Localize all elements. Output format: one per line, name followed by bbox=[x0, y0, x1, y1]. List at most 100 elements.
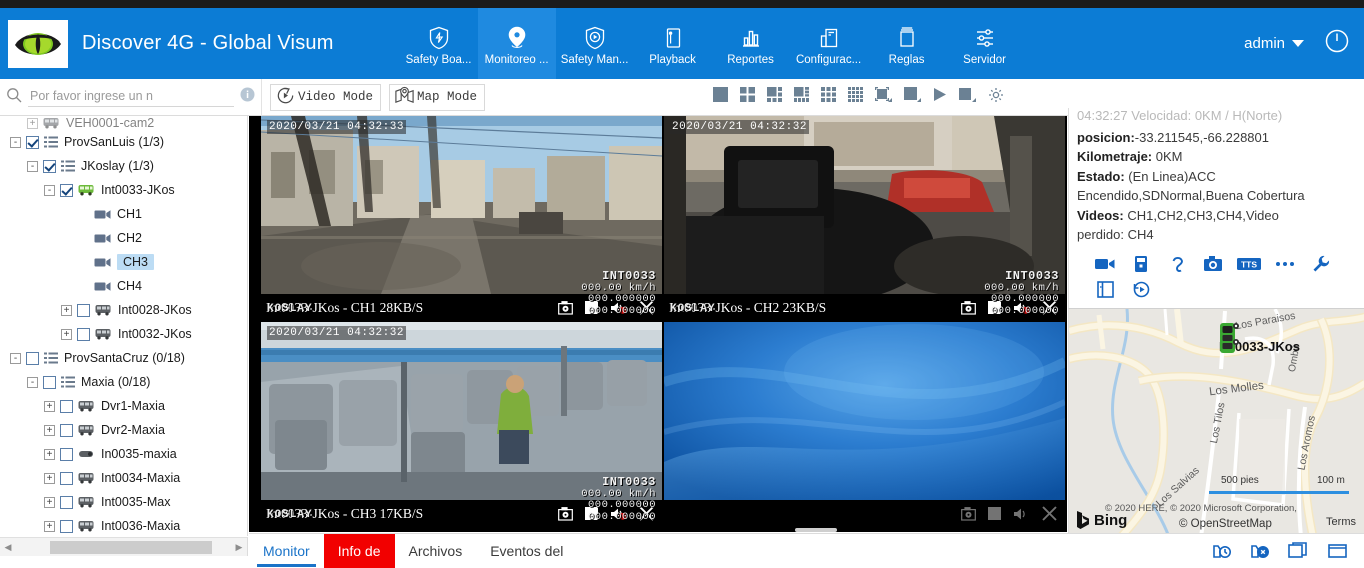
live-video-icon[interactable] bbox=[1087, 251, 1123, 277]
sidebar-horizontal-scrollbar[interactable]: ◀ ▶ bbox=[0, 537, 248, 556]
tree-checkbox[interactable] bbox=[26, 136, 39, 149]
download-failed-icon[interactable] bbox=[1250, 542, 1270, 560]
power-icon[interactable] bbox=[1324, 28, 1350, 59]
expand-toggle-icon[interactable]: + bbox=[44, 401, 55, 412]
nav-item-reportes[interactable]: Reportes bbox=[712, 8, 790, 79]
snapshot-icon[interactable] bbox=[961, 301, 976, 315]
expand-toggle-icon[interactable]: + bbox=[44, 497, 55, 508]
audio-mute-icon[interactable] bbox=[1013, 507, 1030, 521]
tree-node[interactable]: CH4 bbox=[0, 274, 247, 298]
tree-node[interactable]: +Int0035-Max bbox=[0, 490, 247, 514]
video-mode-button[interactable]: Video Mode bbox=[270, 84, 381, 111]
download-task-icon[interactable] bbox=[1212, 542, 1232, 560]
scroll-left-arrow[interactable]: ◀ bbox=[0, 542, 16, 553]
info-icon[interactable] bbox=[240, 87, 255, 107]
history-playback-icon[interactable] bbox=[1123, 277, 1159, 303]
tree-node[interactable]: -ProvSantaCruz (0/18) bbox=[0, 346, 247, 370]
hscroll-track[interactable] bbox=[16, 541, 231, 554]
hscroll-thumb[interactable] bbox=[50, 541, 212, 554]
scroll-right-arrow[interactable]: ▶ bbox=[231, 542, 247, 553]
expand-toggle-icon[interactable]: + bbox=[44, 449, 55, 460]
video-cell-3[interactable]: 2020/03/21 04:32:32 KOSLAY INT0033 000.0… bbox=[261, 322, 662, 527]
tree-node[interactable]: +VEH0001-cam2 bbox=[0, 116, 247, 130]
tree-checkbox[interactable] bbox=[26, 352, 39, 365]
tree-checkbox[interactable] bbox=[60, 184, 73, 197]
tree-node[interactable]: +Int0036-Maxia bbox=[0, 514, 247, 536]
layout-1plus7-icon[interactable] bbox=[794, 87, 809, 107]
tree-checkbox[interactable] bbox=[43, 376, 56, 389]
bus-marker-icon[interactable] bbox=[1217, 321, 1239, 360]
snapshot-icon[interactable] bbox=[558, 507, 573, 521]
nav-item-reglas[interactable]: Reglas bbox=[868, 8, 946, 79]
expand-toggle-icon[interactable]: + bbox=[61, 329, 72, 340]
tree-checkbox[interactable] bbox=[77, 304, 90, 317]
user-menu[interactable]: admin bbox=[1244, 35, 1304, 52]
bing-logo[interactable]: Bing bbox=[1075, 510, 1127, 530]
nav-item-safety-management[interactable]: Safety Man... bbox=[556, 8, 634, 79]
expand-toggle-icon[interactable]: + bbox=[61, 305, 72, 316]
tree-node[interactable]: +Dvr2-Maxia bbox=[0, 418, 247, 442]
tree-node[interactable]: -Int0033-JKos bbox=[0, 178, 247, 202]
expand-toggle-icon[interactable]: + bbox=[44, 473, 55, 484]
tree-checkbox[interactable] bbox=[60, 520, 73, 533]
collapse-toggle-icon[interactable]: - bbox=[27, 161, 38, 172]
tab-archivos[interactable]: Archivos bbox=[395, 534, 477, 568]
tree-node[interactable]: +Dvr1-Maxia bbox=[0, 394, 247, 418]
tree-node[interactable]: -Maxia (0/18) bbox=[0, 370, 247, 394]
panel-icon[interactable] bbox=[1087, 277, 1123, 303]
map-mode-button[interactable]: Map Mode bbox=[389, 84, 485, 111]
single-window-icon[interactable] bbox=[1328, 542, 1348, 560]
tab-info-de[interactable]: Info de bbox=[324, 534, 395, 568]
tab-monitor[interactable]: Monitor bbox=[249, 534, 324, 568]
tts-icon[interactable]: TTS bbox=[1231, 251, 1267, 277]
tree-checkbox[interactable] bbox=[77, 328, 90, 341]
settings-gear-icon[interactable] bbox=[988, 87, 1004, 108]
layout-4x4-icon[interactable] bbox=[848, 87, 863, 107]
more-icon[interactable] bbox=[1267, 251, 1303, 277]
nav-item-monitoreo[interactable]: Monitoreo ... bbox=[478, 8, 556, 79]
nav-item-configuracion[interactable]: Configurac... bbox=[790, 8, 868, 79]
expand-toggle-icon[interactable]: + bbox=[27, 118, 38, 129]
tree-checkbox[interactable] bbox=[43, 160, 56, 173]
tree-checkbox[interactable] bbox=[60, 424, 73, 437]
expand-toggle-icon[interactable]: + bbox=[44, 521, 55, 532]
tree-node[interactable]: +Int0034-Maxia bbox=[0, 466, 247, 490]
tab-eventos-del[interactable]: Eventos del bbox=[476, 534, 577, 568]
layout-custom-icon[interactable] bbox=[904, 87, 921, 107]
layout-1x1-icon[interactable] bbox=[713, 87, 728, 107]
collapse-toggle-icon[interactable]: - bbox=[10, 137, 21, 148]
stop-all-icon[interactable] bbox=[959, 87, 976, 107]
layout-2x2-icon[interactable] bbox=[740, 87, 755, 107]
video-cell-2[interactable]: 2020/03/21 04:32:32 KOSLAY INT0033 000.0… bbox=[664, 116, 1065, 321]
tree-node[interactable]: CH2 bbox=[0, 226, 247, 250]
windows-icon[interactable] bbox=[1288, 542, 1310, 560]
tree-checkbox[interactable] bbox=[60, 400, 73, 413]
snapshot-icon[interactable] bbox=[558, 301, 573, 315]
layout-1plus5-icon[interactable] bbox=[767, 87, 782, 107]
wrench-icon[interactable] bbox=[1303, 251, 1339, 277]
tree-node[interactable]: +In0035-maxia bbox=[0, 442, 247, 466]
collapse-toggle-icon[interactable]: - bbox=[10, 353, 21, 364]
map-terms-link[interactable]: Terms bbox=[1326, 516, 1356, 528]
device-tree-sidebar[interactable]: +VEH0001-cam2-ProvSanLuis (1/3)-JKoslay … bbox=[0, 116, 248, 536]
tree-node[interactable]: -JKoslay (1/3) bbox=[0, 154, 247, 178]
fullscreen-icon[interactable] bbox=[1042, 506, 1057, 521]
video-cell-4[interactable] bbox=[664, 322, 1065, 527]
tree-node[interactable]: +Int0032-JKos bbox=[0, 322, 247, 346]
tree-node[interactable]: -ProvSanLuis (1/3) bbox=[0, 130, 247, 154]
tree-checkbox[interactable] bbox=[60, 448, 73, 461]
tree-checkbox[interactable] bbox=[60, 472, 73, 485]
nav-item-servidor[interactable]: Servidor bbox=[946, 8, 1024, 79]
listen-icon[interactable] bbox=[1159, 251, 1195, 277]
stop-icon[interactable] bbox=[988, 507, 1001, 520]
collapse-toggle-icon[interactable]: - bbox=[44, 185, 55, 196]
nav-item-playback[interactable]: Playback bbox=[634, 8, 712, 79]
layout-3x3-icon[interactable] bbox=[821, 87, 836, 107]
nav-item-safety-board[interactable]: Safety Boa... bbox=[400, 8, 478, 79]
panel-resize-handle[interactable] bbox=[795, 528, 837, 532]
tree-node[interactable]: CH1 bbox=[0, 202, 247, 226]
play-all-icon[interactable] bbox=[933, 87, 947, 107]
collapse-toggle-icon[interactable]: - bbox=[27, 377, 38, 388]
video-cell-1[interactable]: 2020/03/21 04:32:33 KOSLAY INT0033 000.0… bbox=[261, 116, 662, 321]
snapshot-icon[interactable] bbox=[1195, 251, 1231, 277]
